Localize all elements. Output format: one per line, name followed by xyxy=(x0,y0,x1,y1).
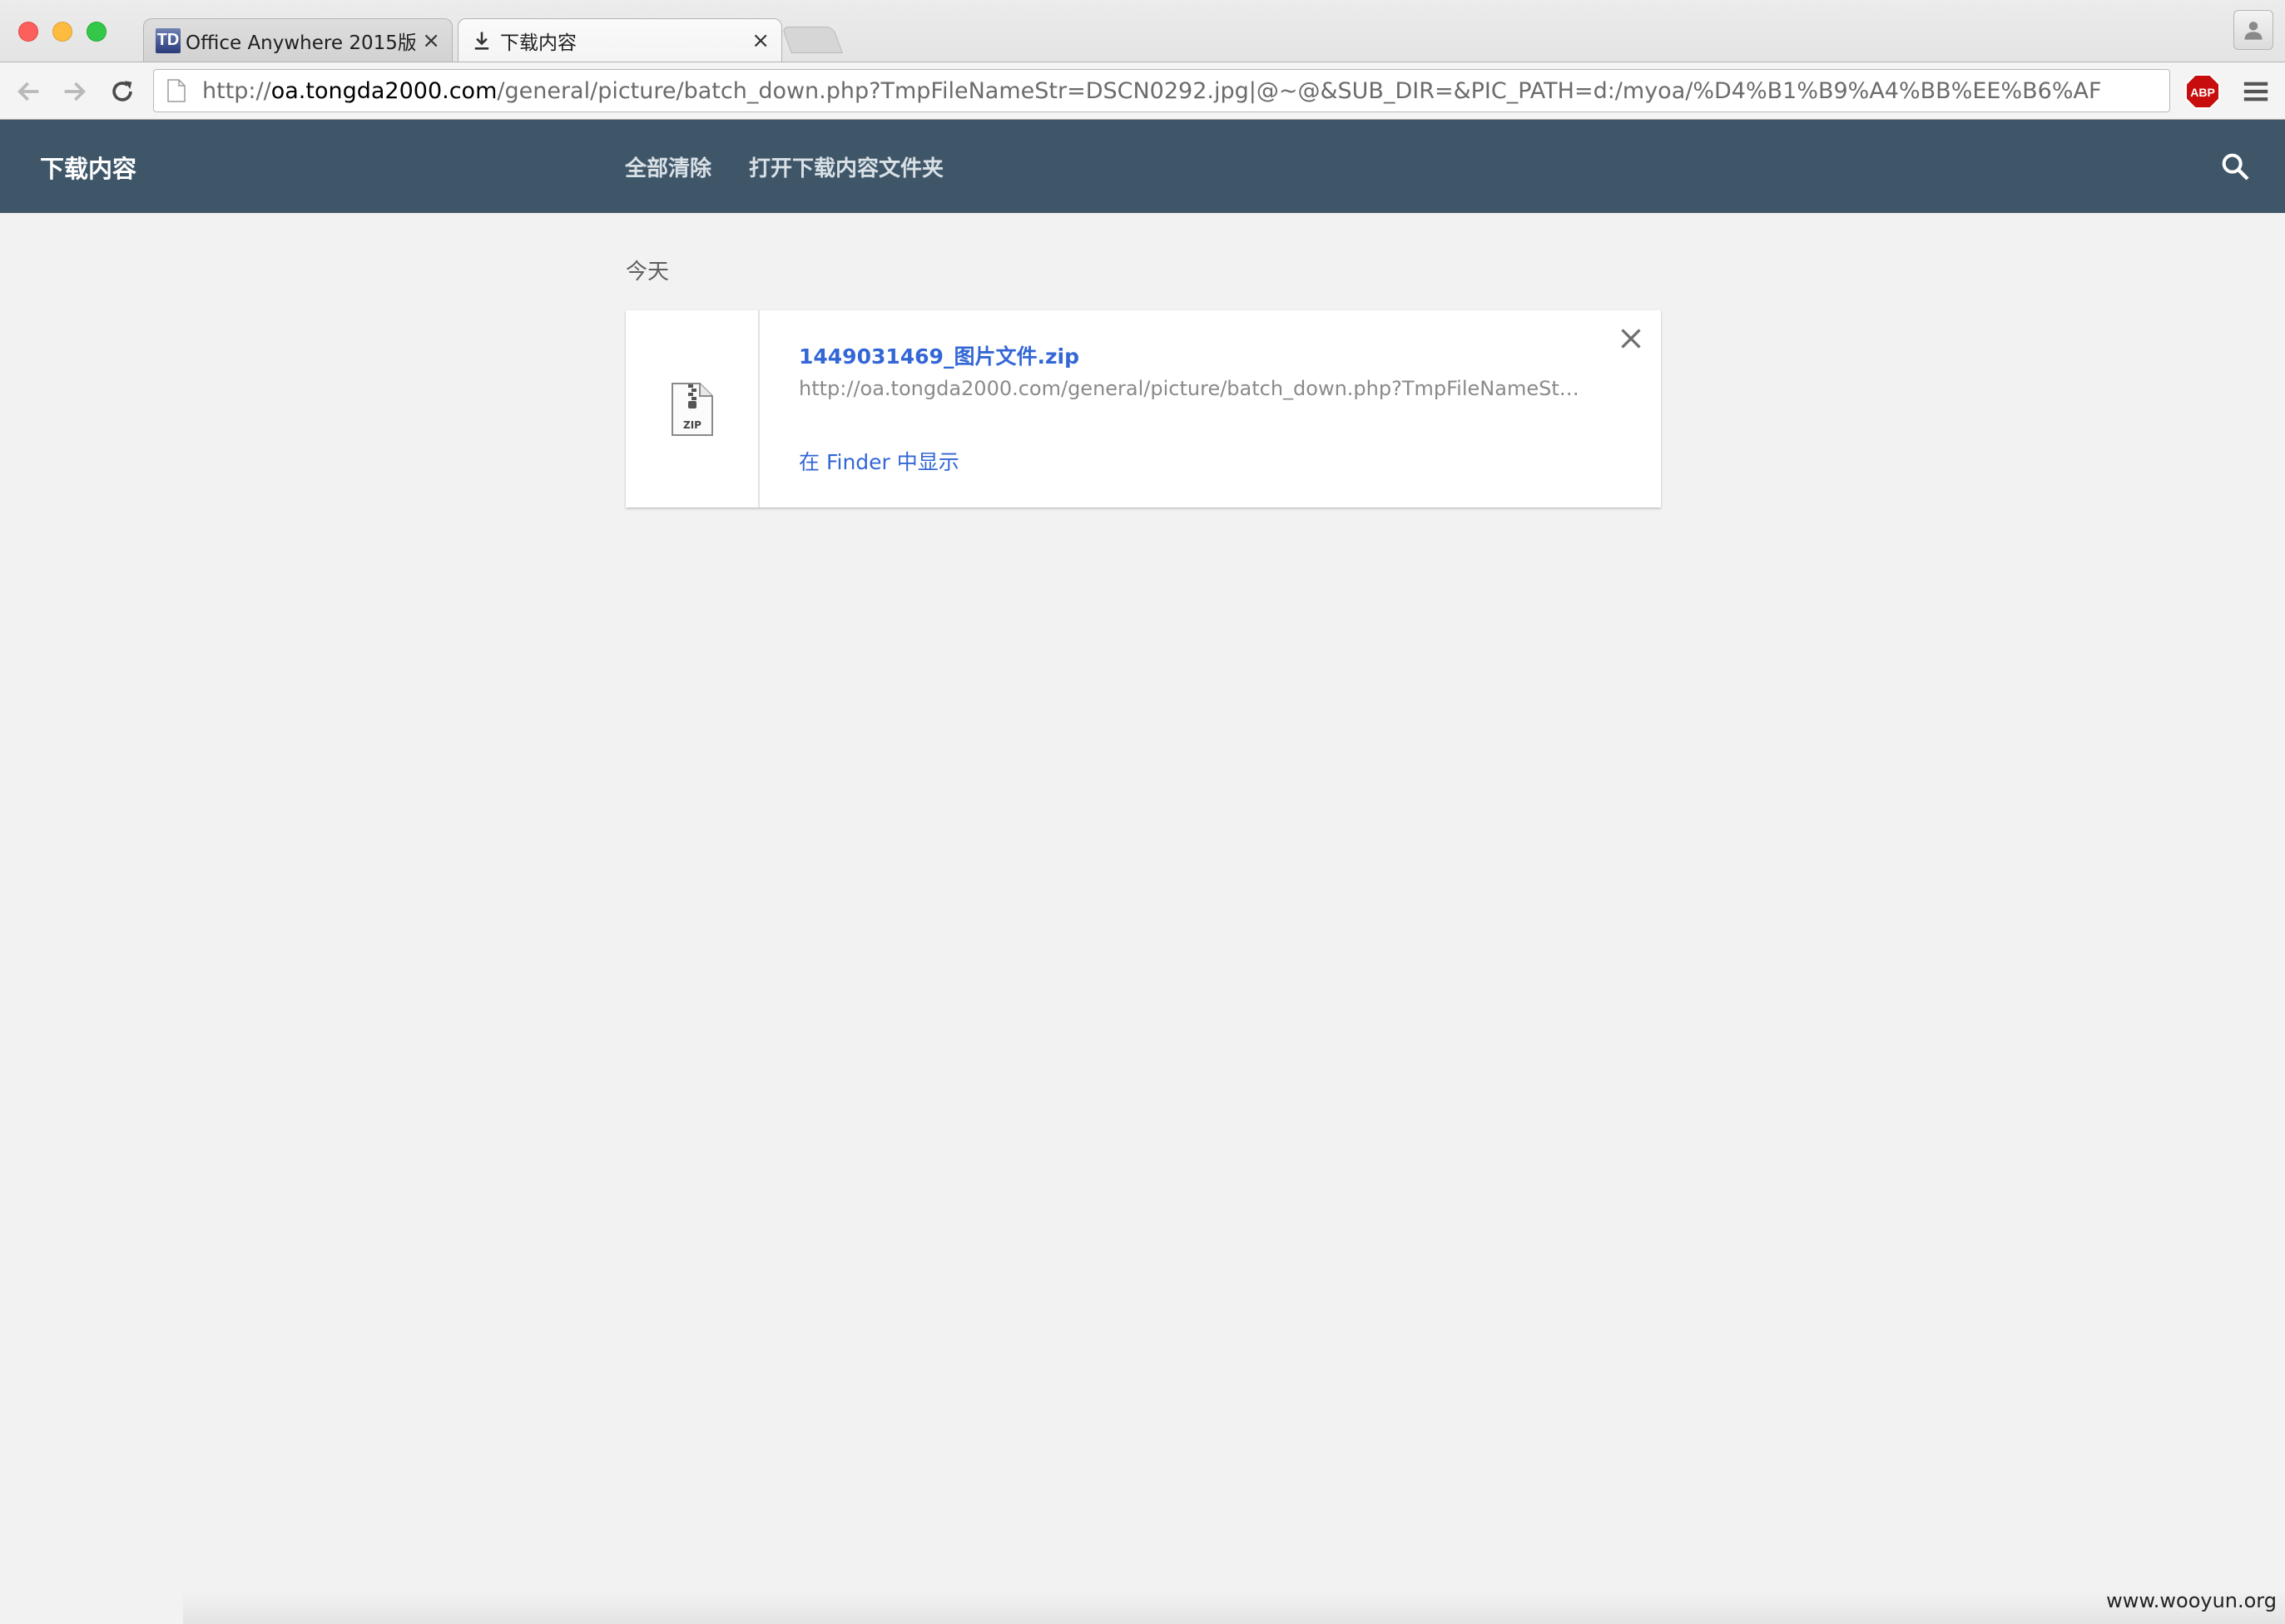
bottom-shadow xyxy=(183,1591,2285,1624)
search-icon[interactable] xyxy=(2218,150,2252,183)
tab-office-anywhere[interactable]: TD Office Anywhere 2015版 网 × xyxy=(143,18,453,62)
zip-file-icon: ZIP xyxy=(671,382,713,436)
new-tab-button[interactable] xyxy=(781,27,843,53)
file-name-link[interactable]: 1449031469_图片文件.zip xyxy=(799,340,1079,370)
tab-downloads[interactable]: 下载内容 × xyxy=(458,18,782,62)
forward-arrow-icon xyxy=(64,82,86,102)
download-item: ZIP 1449031469_图片文件.zip http://oa.tongda… xyxy=(626,310,1661,508)
toolbar: http://oa.tongda2000.com/general/picture… xyxy=(0,62,2285,120)
reload-icon xyxy=(112,81,132,102)
downloads-header: 下载内容 全部清除 打开下载内容文件夹 xyxy=(0,120,2285,213)
watermark-text: www.wooyun.org xyxy=(2106,1589,2277,1612)
remove-item-close-icon[interactable] xyxy=(1616,324,1646,354)
url-text: http://oa.tongda2000.com/general/picture… xyxy=(202,78,2101,104)
clear-all-button[interactable]: 全部清除 xyxy=(625,151,711,182)
window-close-button[interactable] xyxy=(18,22,38,42)
window-minimize-button[interactable] xyxy=(52,22,72,42)
tab-title: Office Anywhere 2015版 网 xyxy=(186,32,416,54)
file-source-url[interactable]: http://oa.tongda2000.com/general/picture… xyxy=(799,377,1581,400)
hamburger-menu-icon[interactable] xyxy=(2242,77,2270,106)
file-type-label: ZIP xyxy=(683,419,701,431)
address-bar[interactable]: http://oa.tongda2000.com/general/picture… xyxy=(153,69,2170,112)
person-icon xyxy=(2244,22,2263,40)
url-host: oa.tongda2000.com xyxy=(270,77,498,104)
download-icon xyxy=(474,32,489,50)
page-icon xyxy=(167,79,186,102)
window-zoom-button[interactable] xyxy=(87,22,107,42)
adblock-badge-text: ABP xyxy=(2190,86,2215,99)
page-title: 下载内容 xyxy=(40,155,137,183)
url-scheme: http:// xyxy=(202,77,271,104)
browser-chrome: TD Office Anywhere 2015版 网 × 下载内容 × xyxy=(0,0,2285,120)
tab-close-icon[interactable]: × xyxy=(422,30,440,52)
back-button[interactable] xyxy=(10,72,48,111)
forward-button[interactable] xyxy=(55,72,93,111)
tab-close-icon[interactable]: × xyxy=(751,30,770,52)
tab-title: 下载内容 xyxy=(500,32,577,54)
url-path: /general/picture/batch_down.php?TmpFileN… xyxy=(497,77,2102,104)
file-icon-cell: ZIP xyxy=(626,310,760,508)
date-section-label: 今天 xyxy=(626,260,670,285)
profile-button[interactable] xyxy=(2233,10,2273,50)
open-downloads-folder-button[interactable]: 打开下载内容文件夹 xyxy=(749,151,944,182)
back-arrow-icon xyxy=(17,82,39,102)
adblock-plus-icon[interactable]: ABP xyxy=(2184,73,2221,110)
show-in-finder-link[interactable]: 在 Finder 中显示 xyxy=(799,446,959,476)
td-logo-icon: TD xyxy=(156,27,181,53)
reload-button[interactable] xyxy=(103,72,141,111)
tab-strip: TD Office Anywhere 2015版 网 × 下载内容 × xyxy=(0,0,2285,62)
